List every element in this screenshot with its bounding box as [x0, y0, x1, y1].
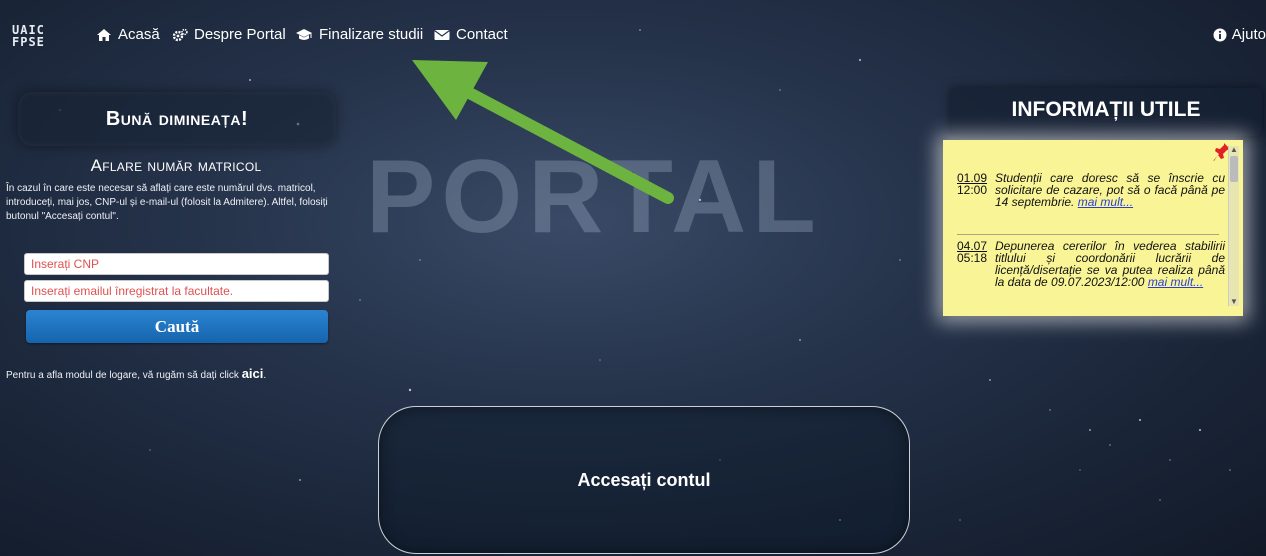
scroll-thumb[interactable] [1230, 156, 1238, 182]
scroll-down-icon[interactable]: ▼ [1229, 298, 1239, 306]
news-date: 04.07 05:18 [957, 240, 989, 288]
news-more-link[interactable]: mai mult... [1148, 275, 1203, 289]
access-account-label: Accesați contul [577, 469, 711, 490]
news-item: 01.09 12:00 Studenții care doresc să se … [957, 172, 1225, 208]
news-text: Studenții care doresc să se înscrie cu s… [995, 172, 1225, 208]
news-date-time: 05:18 [957, 251, 988, 265]
news-sticky-note: ▲ ▼ 01.09 12:00 Studenții care doresc să… [943, 140, 1243, 316]
access-account-button[interactable]: Accesați contul [378, 406, 910, 554]
news-more-link[interactable]: mai mult... [1078, 195, 1133, 209]
scroll-up-icon[interactable]: ▲ [1229, 146, 1239, 154]
news-date: 01.09 12:00 [957, 172, 989, 208]
news-text: Depunerea cererilor în vederea stabiliri… [995, 240, 1225, 288]
news-item: 04.07 05:18 Depunerea cererilor în veder… [957, 240, 1225, 288]
news-scrollbar[interactable]: ▲ ▼ [1228, 146, 1239, 306]
info-title: INFORMAȚII UTILE [1011, 98, 1201, 121]
news-date-time: 12:00 [957, 183, 988, 197]
news-separator [957, 234, 1219, 235]
